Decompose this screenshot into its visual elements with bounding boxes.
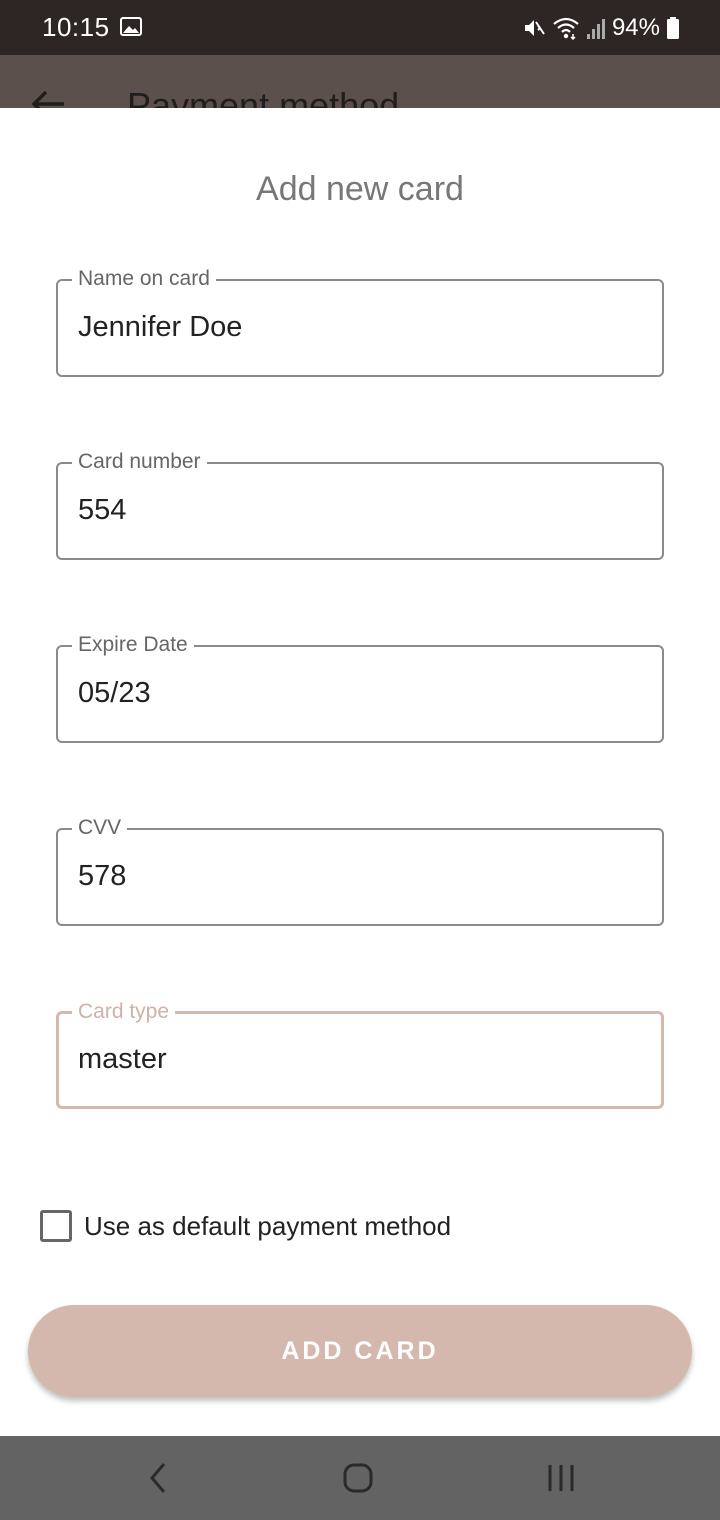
battery-percent: 94% <box>611 14 660 41</box>
card-type-field[interactable]: Card type master <box>56 998 664 1109</box>
default-payment-checkbox[interactable] <box>40 1210 72 1242</box>
field-value[interactable]: 05/23 <box>78 677 151 710</box>
status-time: 10:15 <box>42 12 110 42</box>
field-value[interactable]: master <box>78 1043 167 1076</box>
card-number-field[interactable]: Card number 554 <box>56 448 664 560</box>
field-value[interactable]: 578 <box>78 860 126 893</box>
wifi-icon <box>553 17 579 40</box>
mute-icon <box>524 20 545 36</box>
field-label: CVV <box>72 814 128 842</box>
back-chevron-icon[interactable] <box>146 1462 170 1494</box>
checkbox-label[interactable]: Use as default payment method <box>84 1211 451 1242</box>
image-icon <box>120 17 142 36</box>
add-card-sheet: Add new card Name on card Jennifer Doe C… <box>0 108 720 1436</box>
field-label: Name on card <box>72 265 216 293</box>
app-bar: Payment method <box>0 55 720 108</box>
field-label: Card number <box>72 448 207 476</box>
arrow-left-icon[interactable] <box>30 89 66 108</box>
expire-date-field[interactable]: Expire Date 05/23 <box>56 631 664 743</box>
signal-icon <box>586 19 605 39</box>
status-icons: 94% <box>522 10 680 46</box>
system-nav-bar <box>0 1436 720 1520</box>
sheet-title: Add new card <box>256 170 464 208</box>
page-title: Payment method <box>127 85 400 108</box>
home-icon[interactable] <box>342 1462 374 1494</box>
status-bar: 10:15 94% <box>0 0 720 55</box>
battery-icon <box>667 17 679 39</box>
default-payment-checkbox-row[interactable]: Use as default payment method <box>40 1210 451 1242</box>
add-card-button[interactable]: ADD CARD <box>28 1305 692 1397</box>
cvv-field[interactable]: CVV 578 <box>56 814 664 926</box>
field-label: Card type <box>72 998 176 1026</box>
field-value[interactable]: 554 <box>78 494 126 527</box>
field-value[interactable]: Jennifer Doe <box>78 311 242 344</box>
name-on-card-field[interactable]: Name on card Jennifer Doe <box>56 265 664 377</box>
field-label: Expire Date <box>72 631 194 659</box>
recents-icon[interactable] <box>546 1462 576 1494</box>
